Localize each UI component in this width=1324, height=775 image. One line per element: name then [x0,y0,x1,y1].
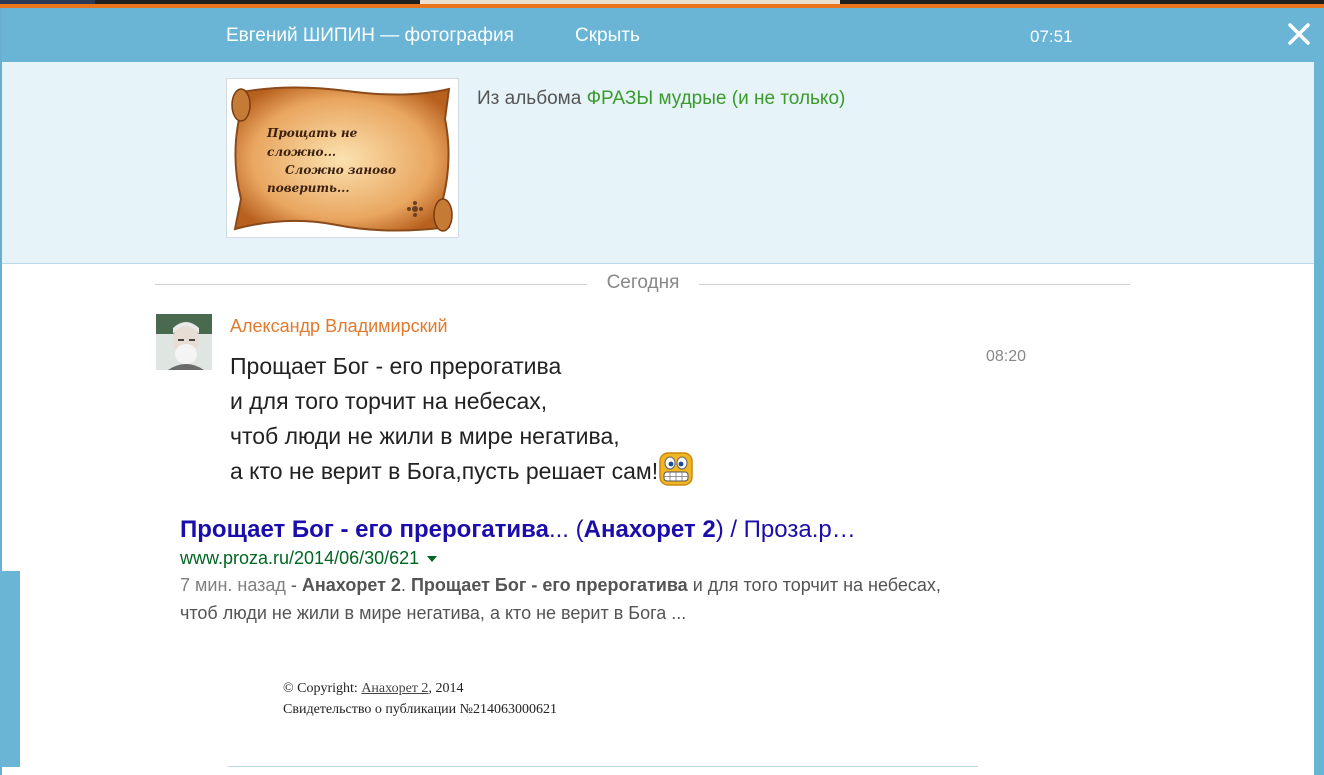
thumbnail-line-1: Прощать не [266,126,358,140]
comment-line-3: чтоб люди не жили в мире негатива, [230,423,620,449]
thumbnail-line-3: Сложно заново [285,163,396,177]
close-icon[interactable] [1284,19,1314,49]
album-panel: Прощать не сложно... Сложно заново повер… [2,62,1318,264]
scroll-image: Прощать не сложно... Сложно заново повер… [227,79,458,237]
left-background [0,571,20,767]
thumbnail-line-4: поверить... [267,181,350,195]
album-caption: Из альбома ФРАЗЫ мудрые (и не только) [477,88,845,110]
search-result: Прощает Бог - его прерогатива... (Анахор… [180,516,950,627]
comment-line-1: Прощает Бог - его прерогатива [230,353,562,379]
result-url[interactable]: www.proza.ru/2014/06/30/621 [180,548,950,569]
comment-author[interactable]: Александр Владимирский [230,316,448,337]
copyright-block: © Copyright: Анахорет 2, 2014 Свидетельс… [283,678,557,720]
background-strip [0,0,1324,8]
url-dropdown-icon[interactable] [427,556,438,563]
avatar[interactable] [156,314,212,370]
comment-line-2: и для того торчит на небесах, [230,388,548,414]
grin-emoji-icon [659,452,693,486]
comment-line-4: а кто не верит в Бога,пусть решает сам! [230,458,659,484]
photo-owner-title[interactable]: Евгений ШИПИН — фотография [226,25,514,47]
photo-comments-window: Евгений ШИПИН — фотография Скрыть 07:51 [2,8,1318,775]
right-background [1314,8,1324,775]
copyright-author-link[interactable]: Анахорет 2 [361,681,428,696]
photo-thumbnail[interactable]: Прощать не сложно... Сложно заново повер… [226,78,459,238]
bottom-border [228,766,978,767]
album-link[interactable]: ФРАЗЫ мудрые (и не только) [587,88,846,109]
hide-button[interactable]: Скрыть [575,25,640,47]
publication-certificate: Свидетельство о публикации №214063000621 [283,702,558,717]
result-snippet: 7 мин. назад - Анахорет 2. Прощает Бог -… [180,575,941,623]
result-title-link[interactable]: Прощает Бог - его прерогатива... (Анахор… [180,516,950,544]
comment-time: 08:20 [986,348,1027,365]
thumbnail-line-2: сложно... [267,145,336,159]
album-prefix: Из альбома [477,88,582,109]
user-avatar-icon [156,314,212,370]
comment-text: Прощает Бог - его прерогатива и для того… [230,349,694,491]
header-time: 07:51 [1030,27,1073,46]
window-header: Евгений ШИПИН — фотография Скрыть 07:51 [2,8,1318,62]
day-label: Сегодня [587,272,699,294]
